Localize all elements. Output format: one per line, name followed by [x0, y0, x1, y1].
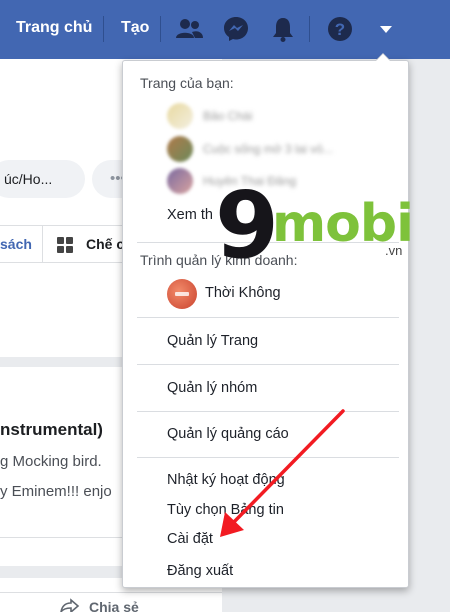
tab-books[interactable]: sách	[0, 236, 32, 252]
share-icon	[60, 598, 80, 612]
share-button[interactable]: Chia sẻ	[89, 599, 139, 612]
account-dropdown-menu: Trang của bạn: Bảo Chài Cuộc sống mở 3 l…	[122, 60, 409, 588]
logout-item[interactable]: Đăng xuất	[167, 563, 233, 579]
help-icon[interactable]: ?	[325, 14, 355, 44]
dropdown-caret-icon[interactable]	[371, 14, 401, 44]
search-pill-text: úc/Ho...	[4, 171, 53, 187]
menu-caret-fill	[376, 54, 390, 61]
page-avatar	[167, 168, 193, 194]
business-account[interactable]: Thời Không	[205, 285, 281, 301]
top-navigation-bar: Trang chủ Tạo ?	[0, 0, 450, 59]
post-divider	[0, 592, 222, 593]
pages-heading: Trang của bạn:	[140, 75, 234, 91]
nav-divider	[309, 16, 310, 42]
manage-pages[interactable]: Quản lý Trang	[167, 333, 258, 349]
post-text-line1: g Mocking bird.	[0, 453, 102, 470]
tab-mode[interactable]: Chế c	[86, 236, 124, 252]
business-avatar	[167, 279, 197, 309]
news-feed-prefs-part2: Bảng tin	[230, 502, 284, 518]
activity-log[interactable]: Nhật ký hoạt động	[167, 472, 285, 488]
home-link[interactable]: Trang chủ	[16, 19, 92, 37]
news-feed-prefs-part1: Tùy chọn	[167, 502, 231, 518]
settings-item[interactable]: Cài đặt	[167, 531, 213, 547]
menu-separator	[137, 364, 399, 365]
manage-ads[interactable]: Quản lý quảng cáo	[167, 426, 289, 442]
nav-divider	[160, 16, 161, 42]
page-avatar	[167, 103, 193, 129]
page-item-1[interactable]: Bảo Chài	[167, 103, 252, 129]
post-text-line2: y Eminem!!! enjo	[0, 483, 112, 500]
manage-groups[interactable]: Quản lý nhóm	[167, 380, 257, 396]
svg-text:?: ?	[335, 20, 345, 39]
news-feed-preferences[interactable]: Tùy chọn Bảng tin	[167, 502, 284, 518]
menu-separator	[137, 457, 399, 458]
watermark-nine: 9	[215, 172, 280, 279]
messenger-icon[interactable]	[221, 14, 251, 44]
page-name: Bảo Chài	[203, 109, 253, 123]
page-name: Cuộc sống mở 3 lai vỏ...	[203, 142, 333, 156]
create-link[interactable]: Tạo	[121, 19, 149, 37]
page-avatar	[167, 136, 193, 162]
menu-separator	[137, 411, 399, 412]
see-more-pages[interactable]: Xem th	[167, 207, 213, 223]
grid-icon	[56, 236, 74, 259]
nav-divider	[103, 16, 104, 42]
post-title: nstrumental)	[0, 420, 103, 439]
notifications-icon[interactable]	[268, 14, 298, 44]
tab-divider	[42, 226, 43, 263]
page-item-2[interactable]: Cuộc sống mở 3 lai vỏ...	[167, 136, 333, 162]
watermark-vn: .vn	[385, 243, 403, 258]
menu-separator	[137, 317, 399, 318]
search-pill[interactable]: úc/Ho...	[0, 160, 85, 198]
friends-icon[interactable]	[174, 14, 204, 44]
